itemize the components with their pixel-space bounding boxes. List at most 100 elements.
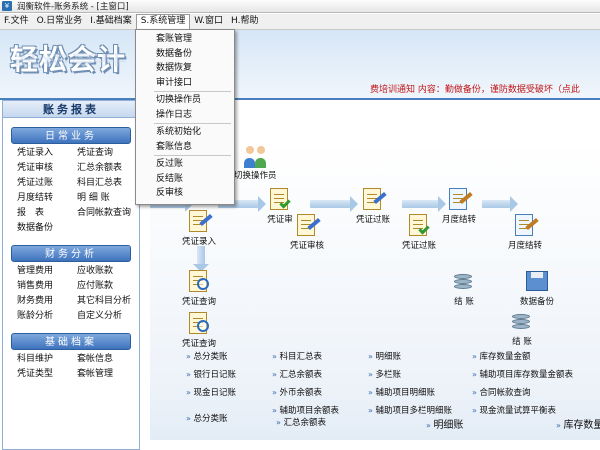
link-ledger-management[interactable]: 套帐管理	[77, 367, 147, 382]
node-voucher-entry[interactable]: 凭证录入	[182, 208, 216, 247]
menu-help[interactable]: H.帮助	[227, 14, 262, 29]
monthly-close-icon	[511, 212, 539, 238]
coins-icon	[450, 268, 478, 294]
banner: 轻松会计 轻松会计 费培训通知 内容：勤做备份，谨防数据受破坏（点此	[0, 30, 600, 100]
node-voucher-audit[interactable]: 凭证审核	[290, 212, 324, 251]
node-voucher-query[interactable]: 凭证查询	[182, 268, 216, 307]
link-payables[interactable]: 应付账款	[77, 279, 147, 294]
flow-arrow	[402, 196, 446, 212]
report-link[interactable]: 库存数量	[556, 416, 600, 431]
link-account-maintenance[interactable]: 科目维护	[17, 352, 77, 367]
notice-ticker[interactable]: 费培训通知 内容：勤做备份，谨防数据受破坏（点此	[370, 82, 580, 95]
menu-data-restore[interactable]: 数据恢复	[136, 61, 234, 76]
menu-window[interactable]: W.窗口	[190, 14, 227, 29]
link-reports[interactable]: 报 表	[17, 206, 77, 221]
link-voucher-type[interactable]: 凭证类型	[17, 367, 77, 382]
sidebar-title: 账务报表	[3, 101, 139, 118]
flow-arrow	[482, 196, 518, 212]
app-window: ¥ 润衡软件-账务系统 - [主窗口] F.文件 O.日常业务 I.基础档案 S…	[0, 0, 600, 450]
menu-operation-log[interactable]: 操作日志	[136, 108, 234, 123]
menu-ledger-info[interactable]: 套账信息	[136, 140, 234, 155]
menu-basic-archive[interactable]: I.基础档案	[86, 14, 136, 29]
menu-reverse-post[interactable]: 反过账	[136, 157, 234, 172]
node-monthly-close[interactable]: 月度结转	[508, 212, 542, 251]
menu-reverse-close[interactable]: 反结账	[136, 172, 234, 187]
menu-audit-interface[interactable]: 审计接口	[136, 76, 234, 91]
report-link[interactable]: 库存数量金额	[472, 350, 530, 362]
menu-bar: F.文件 O.日常业务 I.基础档案 S.系统管理 W.窗口 H.帮助	[0, 14, 600, 30]
link-monthly-close[interactable]: 月度结转	[17, 191, 77, 206]
node-data-backup[interactable]: 数据备份	[520, 268, 554, 307]
node-label: 凭证过账	[402, 241, 437, 251]
report-link[interactable]: 总分类账	[186, 412, 227, 424]
sidebar: 账务报表 日常业务 凭证录入 凭证查询 凭证审核 汇总余额表 凭证过账 科目汇总…	[2, 100, 140, 450]
report-link[interactable]: 科目汇总表	[272, 350, 322, 362]
menu-system-init[interactable]: 系统初始化	[136, 125, 234, 140]
menu-switch-operator[interactable]: 切换操作员	[136, 93, 234, 108]
link-other-account-analysis[interactable]: 其它科目分析	[77, 294, 147, 309]
report-link[interactable]: 汇总余额表	[272, 368, 322, 380]
menu-reverse-audit[interactable]: 反审核	[136, 186, 234, 201]
menu-file[interactable]: F.文件	[0, 14, 33, 29]
menu-data-backup[interactable]: 数据备份	[136, 47, 234, 62]
section-financial-analysis[interactable]: 财务分析	[11, 245, 131, 262]
link-ledger-info[interactable]: 套帐信息	[77, 352, 147, 367]
report-link[interactable]: 银行日记账	[186, 368, 236, 380]
node-switch-operator[interactable]: 切换操作员	[234, 142, 277, 181]
menu-separator	[154, 123, 231, 124]
floppy-disk-icon	[523, 268, 551, 294]
flow-arrow-down	[193, 246, 209, 272]
link-voucher-audit[interactable]: 凭证审核	[17, 161, 77, 176]
menu-separator	[154, 91, 231, 92]
report-link[interactable]: 外币余额表	[272, 386, 322, 398]
link-custom-analysis[interactable]: 自定义分析	[77, 309, 147, 324]
voucher-query-icon	[185, 268, 213, 294]
link-admin-expense[interactable]: 管理费用	[17, 264, 77, 279]
menu-ledger-management[interactable]: 套账管理	[136, 32, 234, 47]
node-label: 凭证审核	[290, 241, 325, 251]
node-voucher-post-top[interactable]: 凭证过账	[356, 186, 390, 225]
node-close-account-2[interactable]: 结 账	[508, 308, 536, 347]
report-link[interactable]: 现金日记账	[186, 386, 236, 398]
link-data-backup[interactable]: 数据备份	[17, 221, 77, 236]
node-voucher-post[interactable]: 凭证过账	[402, 212, 436, 251]
link-receivables[interactable]: 应收账款	[77, 264, 147, 279]
link-aging-analysis[interactable]: 账龄分析	[17, 309, 77, 324]
report-link[interactable]: 合同帐款查询	[472, 386, 530, 398]
voucher-post-icon	[359, 186, 387, 212]
report-link[interactable]: 辅助项目库存数量金额表	[472, 368, 573, 380]
node-voucher-query-2[interactable]: 凭证查询	[182, 310, 216, 349]
node-label: 月度结转	[442, 215, 477, 225]
report-links: 总分类账 科目汇总表 明细账 库存数量金额 银行日记账 汇总余额表 多栏账 辅助…	[176, 346, 600, 450]
link-sales-expense[interactable]: 销售费用	[17, 279, 77, 294]
section-daily-business[interactable]: 日常业务	[11, 127, 131, 144]
product-logo-reflection: 轻松会计	[14, 51, 127, 68]
report-link[interactable]: 多栏账	[368, 368, 401, 380]
section-basic-archive[interactable]: 基础档案	[11, 333, 131, 350]
node-close-account[interactable]: 结 账	[450, 268, 478, 307]
report-link[interactable]: 辅助项目余额表	[272, 404, 339, 416]
coins-icon	[508, 308, 536, 334]
report-link[interactable]: 明细账	[426, 416, 463, 431]
report-link[interactable]: 辅助项目多栏明细账	[368, 404, 452, 416]
report-link[interactable]: 现金流量试算平衡表	[472, 404, 556, 416]
report-link[interactable]: 汇总余额表	[276, 416, 326, 428]
link-contract-query[interactable]: 合同帐款查询	[77, 206, 151, 221]
title-bar: ¥ 润衡软件-账务系统 - [主窗口]	[0, 0, 600, 13]
financial-analysis-links: 管理费用 应收账款 销售费用 应付账款 财务费用 其它科目分析 账龄分析 自定义…	[3, 264, 139, 324]
report-link[interactable]: 明细账	[368, 350, 401, 362]
flow-arrow	[310, 196, 358, 212]
menu-system-management[interactable]: S.系统管理	[135, 14, 191, 29]
menu-daily-business[interactable]: O.日常业务	[33, 14, 87, 29]
system-management-dropdown: 套账管理 数据备份 数据恢复 审计接口 切换操作员 操作日志 系统初始化 套账信…	[135, 29, 235, 205]
report-link[interactable]: 辅助项目明细账	[368, 386, 435, 398]
voucher-query-icon	[185, 310, 213, 336]
monthly-close-icon	[445, 186, 473, 212]
link-voucher-post[interactable]: 凭证过账	[17, 176, 77, 191]
node-label: 凭证查询	[182, 297, 217, 307]
node-monthly-close-top[interactable]: 月度结转	[442, 186, 476, 225]
link-voucher-entry[interactable]: 凭证录入	[17, 146, 77, 161]
daily-business-links: 凭证录入 凭证查询 凭证审核 汇总余额表 凭证过账 科目汇总表 月度结转 明 细…	[3, 146, 139, 236]
link-finance-expense[interactable]: 财务费用	[17, 294, 77, 309]
report-link[interactable]: 总分类账	[186, 350, 227, 362]
